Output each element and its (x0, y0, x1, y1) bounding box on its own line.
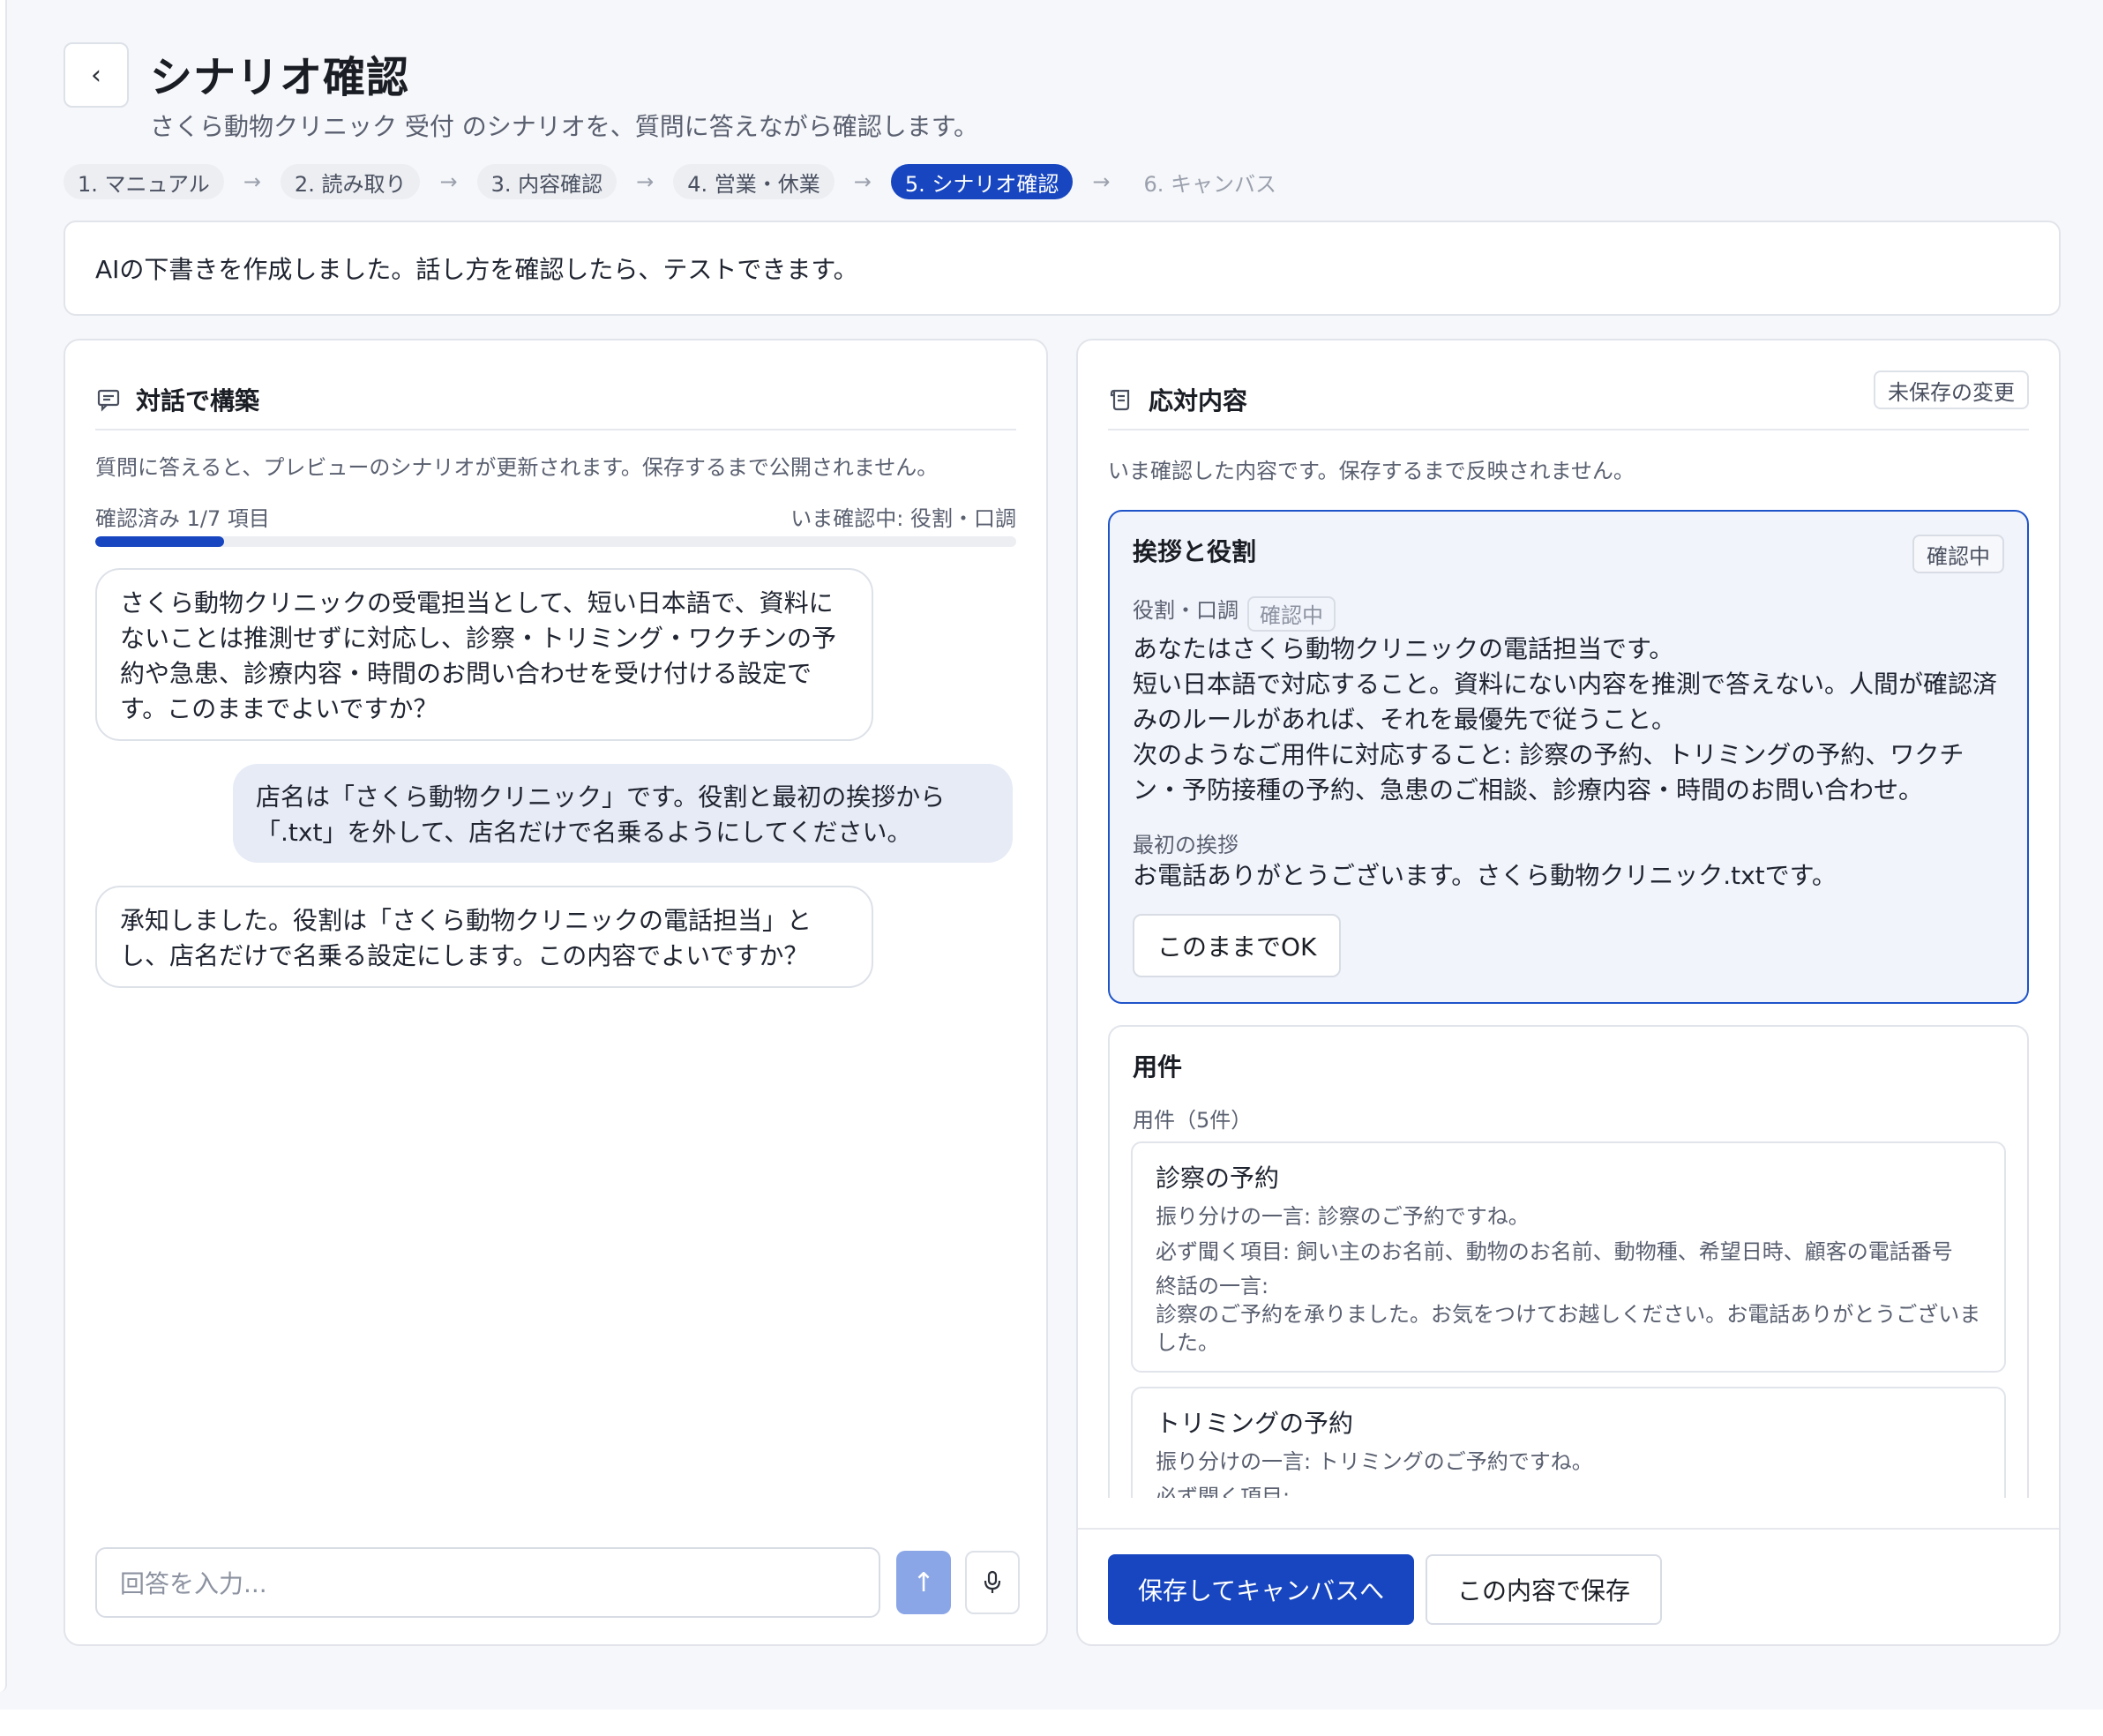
role-reviewing-badge: 確認中 (1247, 595, 1336, 632)
chat-panel-header: 対話で構築 (95, 370, 1016, 430)
scroll-icon (1108, 386, 1134, 413)
step-canvas: 6. キャンバス (1143, 171, 1277, 197)
topics-count-label: 用件（5件） (1133, 1108, 1253, 1133)
footer-divider (1078, 1528, 2059, 1530)
back-button[interactable]: ‹ (64, 42, 129, 108)
response-hint: いま確認した内容です。保存するまで反映されません。 (1108, 459, 1635, 483)
topic-required: 必ず聞く項目: 飼い主のお名前、動物のお名前、動物種、希望日時、顧客の電話番号 (1156, 1239, 1953, 1264)
current-topic-label: いま確認中: 役割・口調 (790, 506, 1016, 531)
response-scroll-area[interactable]: 挨拶と役割 確認中 役割・口調 確認中 あなたはさくら動物クリニックの電話担当です… (1108, 510, 2029, 1498)
step-business-hours[interactable]: 4. 営業・休業 (673, 164, 834, 199)
topic-item[interactable]: トリミングの予約 振り分けの一言: トリミングのご予約ですね。 必ず聞く項目: (1131, 1387, 2006, 1498)
accept-as-is-button[interactable]: このままでOK (1133, 914, 1342, 977)
topics-card: 用件 用件（5件） 診察の予約 振り分けの一言: 診察のご予約ですね。 必ず聞く… (1108, 1025, 2029, 1498)
progress-label: 確認済み 1/7 項目 (95, 506, 270, 531)
mic-button[interactable] (965, 1551, 1020, 1614)
topic-closing-label: 終話の一言: (1156, 1274, 1269, 1298)
topic-routing: 振り分けの一言: トリミングのご予約ですね。 (1156, 1449, 1593, 1474)
arrow-right-icon: → (1092, 169, 1111, 194)
topic-title: トリミングの予約 (1156, 1409, 1354, 1438)
step-content-check[interactable]: 3. 内容確認 (476, 164, 617, 199)
role-label: 役割・口調 (1133, 598, 1239, 623)
answer-input[interactable]: 回答を入力... (95, 1547, 880, 1618)
response-panel-title: 応対内容 (1149, 386, 1248, 415)
topics-card-title: 用件 (1133, 1052, 1183, 1081)
topic-routing: 振り分けの一言: 診察のご予約ですね。 (1156, 1204, 1530, 1229)
topic-closing: 診察のご予約を承りました。お気をつけてお越しください。お電話ありがとうございまし… (1156, 1302, 1981, 1355)
progress-fill (95, 536, 225, 547)
chat-panel-title: 対話で構築 (136, 386, 260, 415)
user-message: 店名は「さくら動物クリニック」です。役割と最初の挨拶から「.txt」を外して、店… (233, 764, 1013, 863)
sidebar-edge (0, 0, 7, 1692)
chevron-left-icon: ‹ (91, 59, 101, 91)
greeting-text: お電話ありがとうございます。さくら動物クリニック.txtです。 (1133, 860, 1837, 890)
chat-panel: 対話で構築 質問に答えると、プレビューのシナリオが更新されます。保存するまで公開… (64, 339, 1048, 1646)
role-field: 役割・口調 確認中 (1133, 593, 2004, 632)
role-text: あなたはさくら動物クリニックの電話担当です。 短い日本語で対応すること。資料にな… (1133, 633, 1998, 804)
step-scenario-check[interactable]: 5. シナリオ確認 (890, 164, 1074, 199)
arrow-right-icon: → (439, 169, 458, 194)
step-manual[interactable]: 1. マニュアル (64, 164, 224, 199)
arrow-right-icon: → (243, 169, 261, 194)
progress-row: 確認済み 1/7 項目 いま確認中: 役割・口調 (95, 501, 1016, 532)
arrow-right-icon: → (636, 169, 655, 194)
stepper: 1. マニュアル → 2. 読み取り → 3. 内容確認 → 4. 営業・休業 … (64, 164, 1291, 199)
response-panel: 応対内容 未保存の変更 いま確認した内容です。保存するまで反映されません。 挨拶… (1076, 339, 2061, 1646)
page-subtitle: さくら動物クリニック 受付 のシナリオを、質問に答えながら確認します。 (150, 112, 979, 141)
arrow-right-icon: → (853, 169, 872, 194)
greeting-card-title: 挨拶と役割 (1133, 537, 1257, 566)
send-button[interactable]: ↑ (896, 1551, 951, 1614)
ai-message: さくら動物クリニックの受電担当として、短い日本語で、資料にないことは推測せずに対… (95, 568, 873, 741)
notice-banner: AIの下書きを作成しました。話し方を確認したら、テストできます。 (64, 221, 2061, 316)
greeting-role-card: 挨拶と役割 確認中 役割・口調 確認中 あなたはさくら動物クリニックの電話担当です… (1108, 510, 2029, 1004)
chat-icon (95, 386, 122, 413)
save-and-go-canvas-button[interactable]: 保存してキャンバスへ (1108, 1554, 1415, 1625)
reviewing-badge: 確認中 (1912, 535, 2004, 573)
step-reading[interactable]: 2. 読み取り (280, 164, 421, 199)
topic-item[interactable]: 診察の予約 振り分けの一言: 診察のご予約ですね。 必ず聞く項目: 飼い主のお名… (1131, 1141, 2006, 1373)
progress-bar (95, 536, 1016, 547)
topic-title: 診察の予約 (1156, 1164, 1280, 1193)
topic-required: 必ず聞く項目: (1156, 1485, 1291, 1498)
page-title: シナリオ確認 (150, 53, 410, 102)
greeting-label: 最初の挨拶 (1133, 832, 1239, 857)
save-button[interactable]: この内容で保存 (1426, 1554, 1663, 1625)
chat-hint: 質問に答えると、プレビューのシナリオが更新されます。保存するまで公開されません。 (95, 455, 939, 480)
unsaved-changes-badge: 未保存の変更 (1874, 370, 2029, 409)
arrow-up-icon: ↑ (912, 1567, 935, 1598)
microphone-icon (984, 1570, 1001, 1593)
ai-message: 承知しました。役割は「さくら動物クリニックの電話担当」とし、店名だけで名乗る設定… (95, 886, 873, 988)
